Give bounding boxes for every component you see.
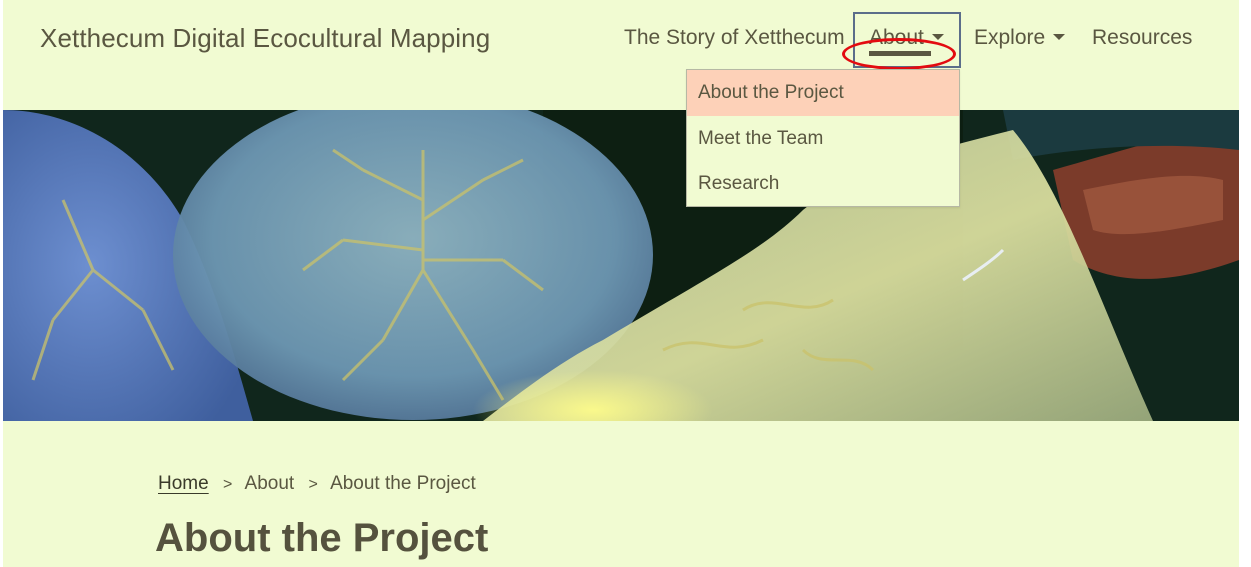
scrollbar-track[interactable] bbox=[1239, 0, 1251, 567]
breadcrumb-separator: > bbox=[308, 476, 318, 493]
dropdown-item-research[interactable]: Research bbox=[687, 161, 959, 207]
caret-down-icon bbox=[1053, 34, 1066, 40]
breadcrumb-current: About the Project bbox=[330, 473, 476, 494]
hero-image bbox=[3, 110, 1239, 421]
about-dropdown-menu: About the Project Meet the Team Research bbox=[686, 69, 960, 207]
page-title: About the Project bbox=[155, 516, 489, 560]
nav-item-explore-label: Explore bbox=[974, 26, 1046, 49]
hero-banner bbox=[3, 110, 1239, 421]
main-nav: The Story of Xetthecum About Explore Res… bbox=[0, 26, 1251, 56]
breadcrumb-separator: > bbox=[222, 476, 233, 493]
nav-item-story[interactable]: The Story of Xetthecum bbox=[624, 26, 845, 50]
annotation-ellipse bbox=[842, 38, 956, 70]
breadcrumb: Home > About > About the Project bbox=[158, 473, 476, 495]
dropdown-item-about-project[interactable]: About the Project bbox=[687, 70, 959, 116]
breadcrumb-section: About bbox=[244, 473, 295, 494]
nav-item-explore[interactable]: Explore bbox=[974, 26, 1066, 50]
breadcrumb-home-link[interactable]: Home bbox=[158, 473, 209, 494]
dropdown-item-meet-team[interactable]: Meet the Team bbox=[687, 116, 959, 162]
nav-item-resources[interactable]: Resources bbox=[1092, 26, 1192, 50]
caret-down-icon bbox=[931, 34, 944, 40]
